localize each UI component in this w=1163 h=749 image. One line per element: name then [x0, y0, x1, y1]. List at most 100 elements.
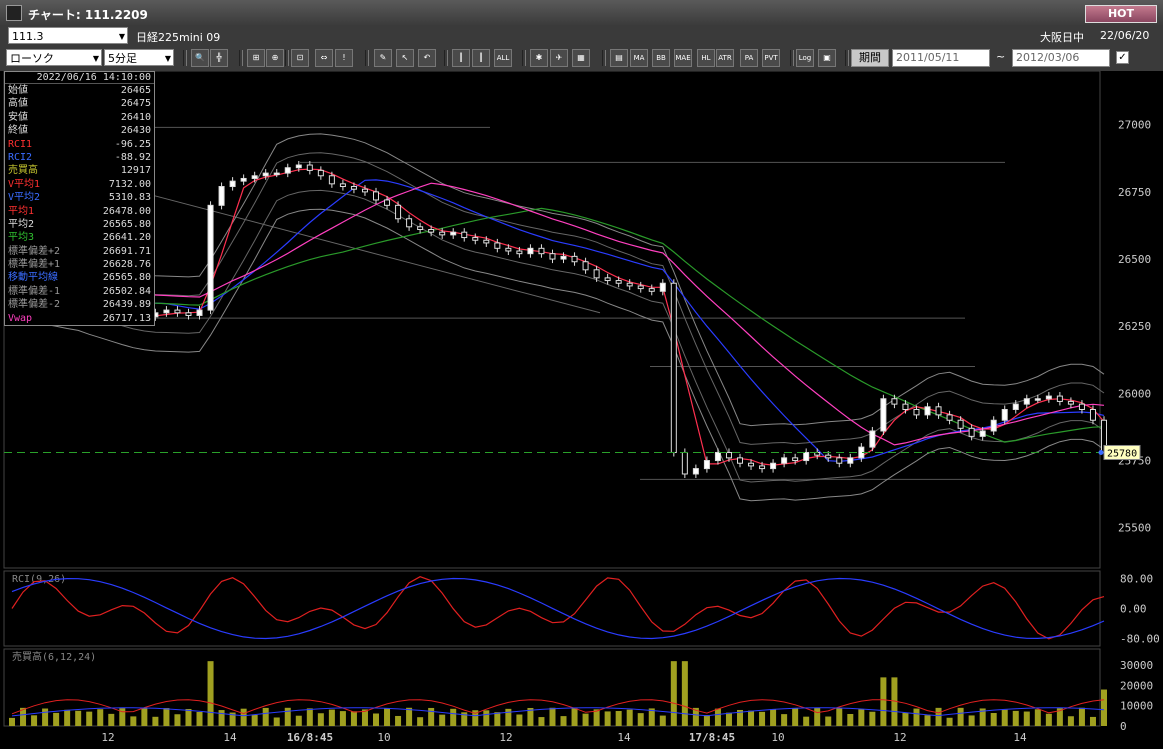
symbol-code-combo[interactable]: 111.3 ▼ — [8, 27, 128, 44]
candle-body — [781, 457, 788, 464]
chart-background — [0, 71, 1163, 749]
data-window-row: Vwap 26717.13 — [5, 312, 154, 325]
undo-icon[interactable]: ↶ — [418, 49, 436, 67]
volume-bar — [130, 716, 137, 726]
candle-body — [770, 462, 777, 470]
volume-bar — [428, 707, 435, 726]
chart-area[interactable]: 27000 26750 26500 26250 26000 25750 25500 80.00… — [0, 71, 1163, 749]
candle-body — [615, 280, 622, 284]
volume-bar — [1045, 713, 1052, 726]
ruler-icon[interactable]: ⊞ — [247, 49, 265, 67]
mae-icon[interactable]: MAE — [674, 49, 692, 67]
pvt-icon[interactable]: PVT — [762, 49, 780, 67]
date-range-checkbox[interactable]: ✓ — [1116, 51, 1129, 64]
hl-icon[interactable]: HL — [697, 49, 715, 67]
candle-body — [924, 406, 931, 416]
volume-bar — [880, 677, 887, 726]
candle-body — [847, 457, 854, 464]
bar2-icon[interactable]: ┃ — [472, 49, 490, 67]
hot-button[interactable]: HOT — [1085, 5, 1157, 23]
instrument-name: 日経225mini 09 — [136, 31, 221, 44]
volume-bar — [1012, 710, 1019, 726]
cursor-icon[interactable]: ↖ — [396, 49, 414, 67]
export-icon[interactable]: ▣ — [818, 49, 836, 67]
toolbar-separator — [444, 50, 448, 66]
volume-bar — [902, 712, 909, 726]
zoom-icon[interactable]: 🔍 — [191, 49, 209, 67]
data-window-value: 26430 — [120, 125, 151, 137]
volume-bar — [53, 712, 60, 726]
date-from-field[interactable]: 2011/05/11 — [892, 49, 990, 67]
volume-bar — [703, 715, 710, 726]
magnify-icon[interactable]: ⊕ — [266, 49, 284, 67]
x-tick-label: 12 — [893, 731, 906, 744]
data-window-label: 平均2 — [8, 218, 35, 230]
data-window-row: 売買高 12917 — [5, 164, 154, 177]
volume-bar — [516, 714, 523, 726]
volume-bar — [31, 715, 38, 726]
candle-body — [792, 457, 799, 462]
toolbar-separator — [285, 50, 289, 66]
volume-bar — [615, 711, 622, 726]
fit-icon[interactable]: ⊡ — [291, 49, 309, 67]
candle-body — [218, 186, 225, 206]
volume-bar — [373, 713, 379, 726]
ma-icon[interactable]: MA — [630, 49, 648, 67]
volume-y-tick-label: 0 — [1120, 720, 1127, 733]
all-icon[interactable]: ALL — [494, 49, 512, 67]
data-window-value: 26565.80 — [102, 218, 151, 230]
toolbar-separator — [239, 50, 243, 66]
x-tick-label: 12 — [101, 731, 114, 744]
symbol-bar: 111.3 ▼ 日経225mini 09 大阪日中 22/06/20 — [0, 26, 1163, 45]
volume-bar — [957, 707, 964, 726]
data-window-row: RCI2 -88.92 — [5, 151, 154, 164]
arrows-icon[interactable]: ⇔ — [315, 49, 333, 67]
volume-bar — [593, 709, 600, 726]
warning-icon[interactable]: ! — [335, 49, 353, 67]
volume-bar — [218, 710, 225, 726]
para-icon[interactable]: PA RA — [740, 49, 758, 67]
data-window-label: 移動平均線 — [8, 272, 58, 284]
chart-type-select[interactable]: ローソク ▼ — [6, 49, 102, 66]
candle-body — [417, 226, 424, 231]
palette-icon[interactable]: ▦ — [572, 49, 590, 67]
period-button[interactable]: 期間 — [851, 49, 889, 67]
date-to-field[interactable]: 2012/03/06 — [1012, 49, 1110, 67]
data-window-value: 5310.83 — [108, 192, 151, 204]
atr-icon[interactable]: ATR — [716, 49, 734, 67]
data-window-label: 高値 — [8, 98, 28, 110]
volume-bar — [637, 713, 644, 726]
volume-bar — [582, 713, 589, 726]
log-icon[interactable]: Log — [796, 49, 814, 67]
volume-bar — [803, 716, 810, 726]
bar-icon[interactable]: ┃ — [452, 49, 470, 67]
interval-select[interactable]: 5分足 ▼ — [104, 49, 174, 66]
volume-bar — [494, 712, 501, 726]
data-window-label: V平均2 — [8, 192, 41, 204]
candle-body — [670, 282, 677, 453]
data-window-label: 標準偏差+1 — [8, 259, 61, 271]
volume-bar — [604, 711, 611, 726]
window-titlebar: チャート: 111.2209 HOT — [0, 0, 1163, 27]
x-tick-label: 12 — [499, 731, 512, 744]
candle-body — [505, 247, 512, 252]
candle-body — [527, 247, 534, 255]
data-window-value: 26641.20 — [102, 232, 151, 244]
pencil-icon[interactable]: ✎ — [374, 49, 392, 67]
volume-bar — [770, 709, 777, 726]
volume-bar — [75, 710, 82, 726]
interval-value: 5分足 — [108, 52, 137, 65]
wrench-icon[interactable]: ✈ — [550, 49, 568, 67]
data-window-row: 平均2 26565.80 — [5, 218, 154, 231]
bb-icon[interactable]: BB — [652, 49, 670, 67]
volume-bar — [670, 661, 677, 726]
candle-body — [968, 427, 975, 437]
volume-bar — [538, 717, 545, 726]
settings-icon[interactable]: ✱ — [530, 49, 548, 67]
candle-body — [902, 403, 909, 410]
candle-body — [317, 169, 324, 177]
crosshair-icon[interactable]: ╬ — [210, 49, 228, 67]
vwap-icon[interactable]: ▤ — [610, 49, 628, 67]
data-window-label: 平均1 — [8, 205, 35, 217]
candle-body — [373, 191, 379, 201]
